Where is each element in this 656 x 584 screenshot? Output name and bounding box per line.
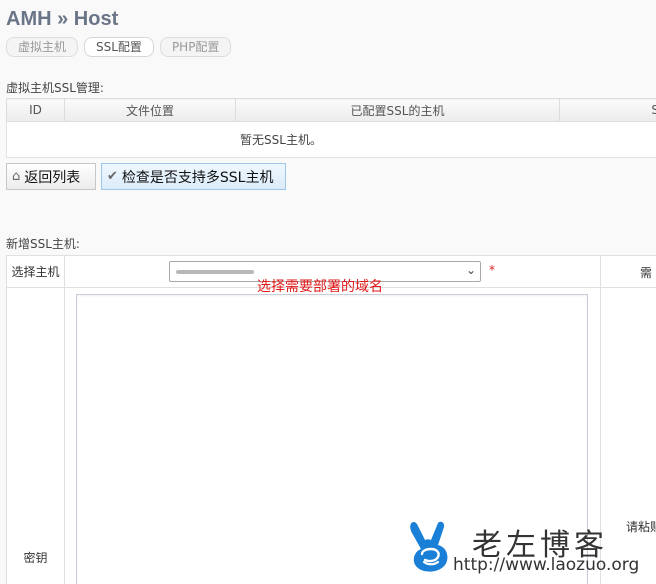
select-domain-annotation: 选择需要部署的域名 <box>257 279 383 295</box>
back-to-list-button[interactable]: ⌂ 返回列表 <box>6 163 96 190</box>
tab-virtual-host[interactable]: 虚拟主机 <box>6 37 79 57</box>
watermark-url: http://www.laozuo.org <box>453 555 640 575</box>
amh-ssl-config-page: AMH » Host 虚拟主机 SSL配置 PHP配置 虚拟主机SSL管理: I… <box>0 0 656 584</box>
column-header-file-location: 文件位置 <box>64 98 236 122</box>
new-ssl-host-label: 新增SSL主机: <box>6 237 80 251</box>
watermark: 老左博客 http://www.laozuo.org <box>404 518 656 584</box>
victory-hand-logo-icon <box>410 521 448 572</box>
tab-php-config[interactable]: PHP配置 <box>159 37 232 57</box>
required-asterisk: * <box>489 263 495 277</box>
home-icon: ⌂ <box>12 169 21 184</box>
back-to-list-label: 返回列表 <box>24 169 81 186</box>
check-multi-ssl-button[interactable]: ✔ 检查是否支持多SSL主机 <box>101 163 286 190</box>
column-header-s: S <box>559 98 656 122</box>
select-host-label: 选择主机 <box>6 255 65 288</box>
chevron-down-icon: ⌄ <box>465 263 476 277</box>
check-multi-ssl-label: 检查是否支持多SSL主机 <box>121 169 274 186</box>
checkmark-icon: ✔ <box>107 169 118 184</box>
blurred-selected-domain <box>176 270 254 274</box>
ssl-management-label: 虚拟主机SSL管理: <box>6 81 104 95</box>
page-title: AMH » Host <box>6 8 119 30</box>
column-header-id: ID <box>6 98 65 122</box>
empty-state-text: 暂无SSL主机。 <box>6 121 656 158</box>
host-note-text: 需 <box>640 266 653 280</box>
ssl-host-table: ID 文件位置 已配置SSL的主机 S 暂无SSL主机。 <box>6 98 656 158</box>
column-header-configured-hosts: 已配置SSL的主机 <box>235 98 560 122</box>
key-label: 密钥 <box>6 287 65 584</box>
tab-bar: 虚拟主机 SSL配置 PHP配置 <box>6 37 232 57</box>
tab-ssl-config[interactable]: SSL配置 <box>84 37 154 57</box>
